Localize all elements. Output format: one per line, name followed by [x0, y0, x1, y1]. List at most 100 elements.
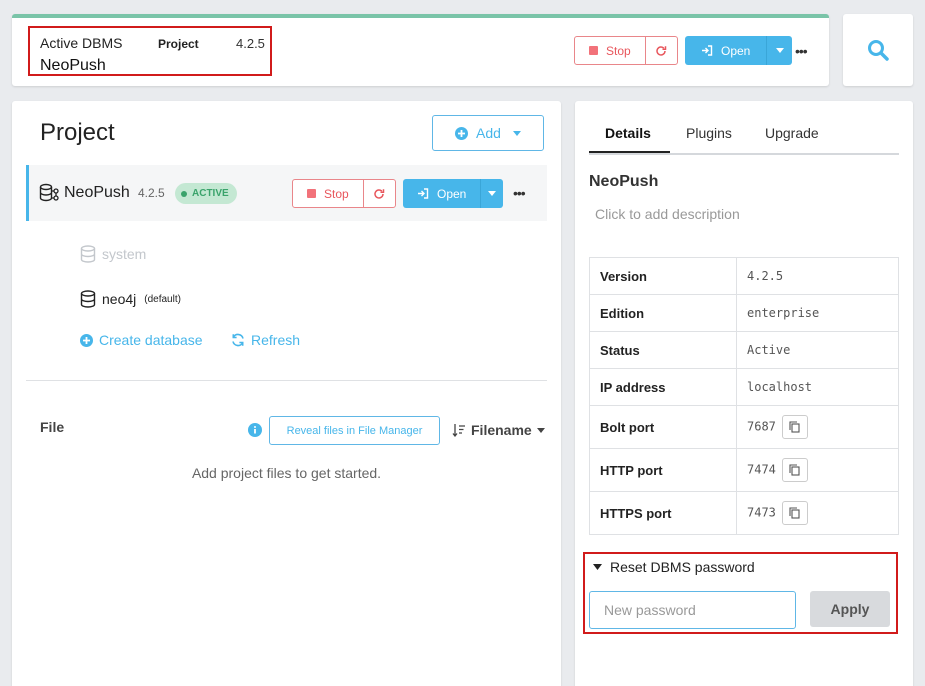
reset-password-toggle[interactable]: Reset DBMS password: [593, 559, 755, 575]
sign-in-icon: [702, 45, 713, 56]
create-database-link[interactable]: Create database: [80, 332, 203, 348]
dbms-row[interactable]: NeoPush 4.2.5 ACTIVE Stop Open •••: [26, 165, 547, 221]
database-icon: [80, 245, 96, 263]
create-database-label: Create database: [99, 332, 203, 348]
row-key: HTTP port: [589, 448, 737, 492]
row-value: enterprise: [736, 294, 899, 332]
dbms-open-button-group: Open: [403, 179, 503, 208]
copy-http-port-button[interactable]: [781, 458, 808, 482]
header-more-button[interactable]: •••: [795, 43, 808, 59]
table-row: HTTP port 7474: [589, 448, 899, 492]
copy-icon: [789, 507, 800, 519]
database-item-neo4j[interactable]: neo4j (default): [80, 290, 181, 308]
table-row: Bolt port 7687: [589, 405, 899, 449]
active-dbms-name: NeoPush: [40, 57, 106, 74]
sort-label: Filename: [471, 422, 532, 438]
tab-upgrade[interactable]: Upgrade: [765, 125, 819, 141]
details-dbms-name: NeoPush: [589, 173, 659, 190]
table-row: HTTPS port 7473: [589, 491, 899, 535]
database-name: neo4j: [102, 291, 137, 307]
tab-plugins[interactable]: Plugins: [686, 125, 732, 141]
new-password-input[interactable]: [589, 591, 796, 629]
dbms-name: NeoPush: [64, 184, 130, 201]
dbms-more-button[interactable]: •••: [513, 185, 526, 201]
description-field[interactable]: Click to add description: [595, 206, 740, 222]
database-item-system[interactable]: system: [80, 245, 146, 263]
info-icon[interactable]: [248, 423, 262, 437]
header-open-dropdown[interactable]: [766, 36, 792, 65]
active-tab-indicator: [589, 151, 670, 153]
database-icon: [80, 290, 96, 308]
caret-down-icon: [593, 564, 602, 570]
row-key: Version: [589, 257, 737, 295]
dbms-stop-button[interactable]: Stop: [293, 180, 364, 207]
add-button[interactable]: Add: [432, 115, 544, 151]
refresh-icon: [232, 333, 244, 347]
table-row: Edition enterprise: [589, 294, 899, 332]
copy-icon: [789, 421, 800, 433]
header-stop-button[interactable]: Stop: [575, 37, 646, 64]
divider: [26, 380, 547, 381]
row-key: Status: [589, 331, 737, 369]
caret-down-icon: [775, 48, 784, 53]
file-column-header: File: [40, 419, 65, 435]
dbms-version: 4.2.5: [138, 186, 165, 200]
row-key: HTTPS port: [589, 491, 737, 535]
search-button[interactable]: [843, 14, 913, 86]
sort-icon: [452, 424, 465, 437]
dbms-stop-button-group: Stop: [292, 179, 396, 208]
row-value: 7473: [747, 505, 776, 520]
database-name: system: [102, 246, 147, 262]
add-label: Add: [476, 125, 501, 141]
stop-icon: [589, 46, 598, 55]
header-stop-button-group: Stop: [574, 36, 678, 65]
row-key: Edition: [589, 294, 737, 332]
project-title: Project: [40, 119, 115, 146]
copy-bolt-port-button[interactable]: [781, 415, 808, 439]
caret-down-icon: [512, 130, 521, 136]
search-icon: [868, 40, 889, 61]
header-open-button-group: Open: [685, 36, 793, 65]
dbms-restart-button[interactable]: [364, 180, 395, 207]
copy-icon: [789, 464, 800, 476]
row-value-cell: 7473: [736, 491, 899, 535]
dbms-open-button[interactable]: Open: [403, 179, 480, 208]
sign-in-icon: [418, 188, 429, 199]
restart-icon: [374, 188, 385, 199]
dbms-icon: [39, 183, 59, 202]
details-table: Version 4.2.5 Edition enterprise Status Act…: [589, 257, 899, 535]
details-tabs: Details Plugins Upgrade: [589, 115, 899, 155]
active-dbms-summary: Active DBMS Project 4.2.5 NeoPush: [28, 26, 272, 76]
header-stop-label: Stop: [606, 43, 631, 58]
caret-down-icon: [536, 427, 545, 433]
dbms-open-dropdown[interactable]: [480, 179, 503, 208]
stop-icon: [307, 189, 316, 198]
table-row: Status Active: [589, 331, 899, 369]
default-tag: (default): [144, 293, 181, 305]
row-value: localhost: [736, 368, 899, 406]
active-dbms-header: Active DBMS Project 4.2.5 NeoPush Stop O…: [12, 14, 829, 86]
row-value: 7474: [747, 462, 776, 477]
apply-button[interactable]: Apply: [810, 591, 890, 627]
refresh-link[interactable]: Refresh: [231, 332, 300, 348]
header-open-label: Open: [721, 43, 751, 58]
plus-circle-icon: [80, 333, 93, 347]
tab-details[interactable]: Details: [605, 125, 651, 141]
header-open-button[interactable]: Open: [685, 36, 766, 65]
header-restart-button[interactable]: [646, 37, 677, 64]
reset-password-title: Reset DBMS password: [610, 559, 755, 575]
sort-filename-dropdown[interactable]: Filename: [452, 422, 545, 438]
project-label: Project: [158, 37, 199, 51]
ellipsis-icon: •••: [795, 43, 808, 59]
restart-icon: [656, 45, 667, 56]
reveal-files-button[interactable]: Reveal files in File Manager: [269, 416, 440, 445]
row-key: Bolt port: [589, 405, 737, 449]
caret-down-icon: [488, 191, 497, 196]
status-dot-icon: [181, 190, 187, 197]
dbms-stop-label: Stop: [324, 186, 349, 201]
row-value-cell: 7687: [736, 405, 899, 449]
reset-password-section: Reset DBMS password Apply: [583, 552, 898, 634]
status-badge-label: ACTIVE: [192, 188, 229, 199]
ellipsis-icon: •••: [513, 185, 526, 201]
copy-https-port-button[interactable]: [781, 501, 808, 525]
